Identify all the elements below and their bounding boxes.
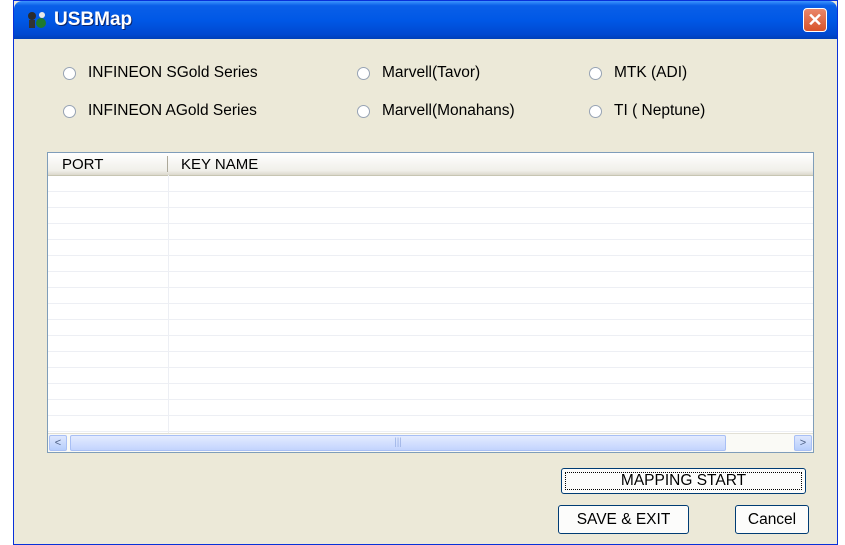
grid-row-line: [48, 207, 813, 208]
radio-button-icon[interactable]: [63, 66, 76, 80]
radio-button-icon[interactable]: [357, 104, 370, 118]
radio-label: Marvell(Monahans): [382, 102, 515, 119]
grid-row-line: [48, 271, 813, 272]
radio-infineon-agold[interactable]: INFINEON AGold Series: [63, 101, 257, 121]
cancel-button[interactable]: Cancel: [735, 505, 809, 534]
grid-row-line: [48, 351, 813, 352]
usb-app-icon: [28, 12, 46, 28]
grid-row-line: [48, 383, 813, 384]
grid-row-line: [48, 415, 813, 416]
radio-label: TI ( Neptune): [614, 102, 706, 119]
radio-mtk-adi[interactable]: MTK (ADI): [589, 63, 687, 83]
radio-label: Marvell(Tavor): [382, 64, 481, 81]
grid-row-line: [48, 431, 813, 432]
radio-label: INFINEON AGold Series: [88, 102, 257, 119]
radio-button-icon[interactable]: [63, 104, 76, 118]
grid-row-line: [48, 223, 813, 224]
mapping-start-button[interactable]: MAPPING START: [561, 468, 806, 494]
window-title: USBMap: [54, 9, 133, 30]
grid-row-line: [48, 239, 813, 240]
radio-button-icon[interactable]: [589, 66, 602, 80]
grid-row-line: [48, 255, 813, 256]
close-icon[interactable]: ✕: [803, 8, 827, 32]
horizontal-scrollbar[interactable]: < ||| >: [48, 433, 813, 452]
radio-label: INFINEON SGold Series: [88, 64, 258, 81]
radio-infineon-sgold[interactable]: INFINEON SGold Series: [63, 63, 258, 83]
usbmap-window: USBMap ✕ INFINEON SGold Series Marvell(T…: [13, 0, 838, 545]
radio-ti-neptune[interactable]: TI ( Neptune): [589, 101, 705, 121]
grid-row-line: [48, 303, 813, 304]
scrollbar-thumb[interactable]: |||: [70, 435, 726, 451]
grid-row-line: [48, 287, 813, 288]
column-divider[interactable]: [167, 156, 168, 172]
radio-label: MTK (ADI): [614, 64, 688, 81]
scroll-right-arrow-icon[interactable]: >: [794, 435, 812, 451]
grid-row-line: [48, 191, 813, 192]
radio-button-icon[interactable]: [357, 66, 370, 80]
scroll-left-arrow-icon[interactable]: <: [49, 435, 67, 451]
title-bar[interactable]: USBMap ✕: [14, 1, 837, 39]
grid-row-line: [48, 319, 813, 320]
column-header-key-name[interactable]: KEY NAME: [181, 153, 258, 175]
radio-marvell-tavor[interactable]: Marvell(Tavor): [357, 63, 480, 83]
radio-marvell-monahans[interactable]: Marvell(Monahans): [357, 101, 515, 121]
save-exit-button[interactable]: SAVE & EXIT: [558, 505, 689, 534]
list-header: PORT KEY NAME: [48, 153, 813, 176]
grid-column-line: [168, 175, 169, 433]
port-key-list[interactable]: PORT KEY NAME < ||| >: [47, 152, 814, 453]
grid-row-line: [48, 399, 813, 400]
grid-row-line: [48, 335, 813, 336]
radio-button-icon[interactable]: [589, 104, 602, 118]
grid-row-line: [48, 367, 813, 368]
column-header-port[interactable]: PORT: [62, 153, 103, 175]
focus-rectangle: [565, 472, 802, 490]
